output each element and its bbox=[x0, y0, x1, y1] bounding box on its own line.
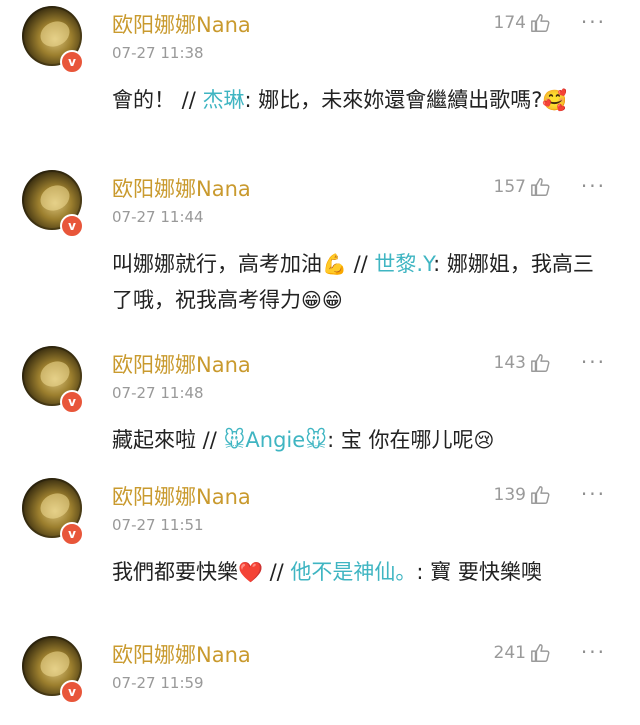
like-button[interactable]: 241 bbox=[494, 642, 552, 664]
like-count: 241 bbox=[493, 643, 526, 663]
more-dots-icon[interactable]: ··· bbox=[581, 10, 606, 34]
avatar-photo bbox=[36, 646, 74, 682]
more-dots-icon[interactable]: ··· bbox=[581, 640, 606, 664]
like-count: 157 bbox=[493, 177, 526, 197]
avatar-photo bbox=[36, 16, 74, 52]
like-button[interactable]: 174 bbox=[494, 12, 552, 34]
comment-text: 藏起來啦 // 🐭Angie🐭: 宝 你在哪儿呢😢 bbox=[112, 422, 612, 458]
thumbs-up-icon bbox=[531, 178, 550, 196]
timestamp: 07-27 11:59 bbox=[112, 674, 204, 692]
comment-text: 會的！ // 杰琳: 娜比，未來妳還會繼續出歌嗎?🥰 bbox=[112, 82, 612, 118]
reply-text: : 娜比，未來妳還會繼續出歌嗎? bbox=[244, 88, 543, 112]
red-heart-emoji-icon: ❤️ bbox=[238, 560, 263, 584]
flexed-biceps-emoji-icon: 💪 bbox=[322, 252, 347, 276]
like-button[interactable]: 143 bbox=[494, 352, 552, 374]
reply-username[interactable]: 他不是神仙。 bbox=[290, 560, 416, 584]
smiling-hearts-emoji-icon: 🥰 bbox=[542, 88, 568, 112]
comment-body: 叫娜娜就行，高考加油 bbox=[112, 252, 322, 276]
more-dots-icon[interactable]: ··· bbox=[581, 482, 606, 506]
verified-badge-icon: v bbox=[60, 390, 84, 414]
comment-text: 叫娜娜就行，高考加油💪 // 世黎.Y: 娜娜姐，我高三了哦，祝我高考得力😁😁 bbox=[112, 246, 612, 318]
timestamp: 07-27 11:38 bbox=[112, 44, 204, 62]
more-dots-icon[interactable]: ··· bbox=[581, 350, 606, 374]
verified-badge-icon: v bbox=[60, 50, 84, 74]
reply-username[interactable]: 🐭Angie🐭 bbox=[224, 428, 328, 452]
avatar-photo bbox=[36, 488, 74, 524]
comment-body: 我們都要快樂 bbox=[112, 560, 238, 584]
username[interactable]: 欧阳娜娜Nana bbox=[112, 173, 251, 203]
verified-badge-icon: v bbox=[60, 214, 84, 238]
thumbs-up-icon bbox=[531, 486, 550, 504]
like-button[interactable]: 139 bbox=[494, 484, 552, 506]
username[interactable]: 欧阳娜娜Nana bbox=[112, 639, 251, 669]
thumbs-up-icon bbox=[531, 644, 550, 662]
thumbs-up-icon bbox=[531, 14, 550, 32]
grinning-emoji-icon: 😁😁 bbox=[301, 288, 343, 312]
like-count: 174 bbox=[493, 13, 526, 33]
comment-text: 我們都要快樂❤️ // 他不是神仙。: 寶 要快樂噢 bbox=[112, 554, 612, 590]
comment-body: 藏起來啦 // bbox=[112, 428, 224, 452]
avatar-photo bbox=[36, 180, 74, 216]
username[interactable]: 欧阳娜娜Nana bbox=[112, 349, 251, 379]
verified-badge-icon: v bbox=[60, 680, 84, 704]
more-dots-icon[interactable]: ··· bbox=[581, 174, 606, 198]
reply-text: : 寶 要快樂噢 bbox=[416, 560, 542, 584]
like-button[interactable]: 157 bbox=[494, 176, 552, 198]
timestamp: 07-27 11:44 bbox=[112, 208, 204, 226]
comment-feed: v 欧阳娜娜Nana 07-27 11:38 174 ··· 會的！ // 杰琳… bbox=[0, 0, 640, 725]
reply-username[interactable]: 世黎.Y bbox=[374, 252, 433, 276]
username[interactable]: 欧阳娜娜Nana bbox=[112, 9, 251, 39]
like-count: 139 bbox=[493, 485, 526, 505]
reply-username[interactable]: 杰琳 bbox=[203, 88, 245, 112]
verified-badge-icon: v bbox=[60, 522, 84, 546]
timestamp: 07-27 11:51 bbox=[112, 516, 204, 534]
reply-separator: // bbox=[346, 252, 375, 276]
username[interactable]: 欧阳娜娜Nana bbox=[112, 481, 251, 511]
crying-emoji-icon: 😢 bbox=[473, 428, 495, 452]
avatar-photo bbox=[36, 356, 74, 392]
like-count: 143 bbox=[493, 353, 526, 373]
timestamp: 07-27 11:48 bbox=[112, 384, 204, 402]
reply-text: : 宝 你在哪儿呢 bbox=[327, 428, 474, 452]
thumbs-up-icon bbox=[531, 354, 550, 372]
comment-body: 會的！ // bbox=[112, 88, 203, 112]
reply-separator: // bbox=[262, 560, 291, 584]
